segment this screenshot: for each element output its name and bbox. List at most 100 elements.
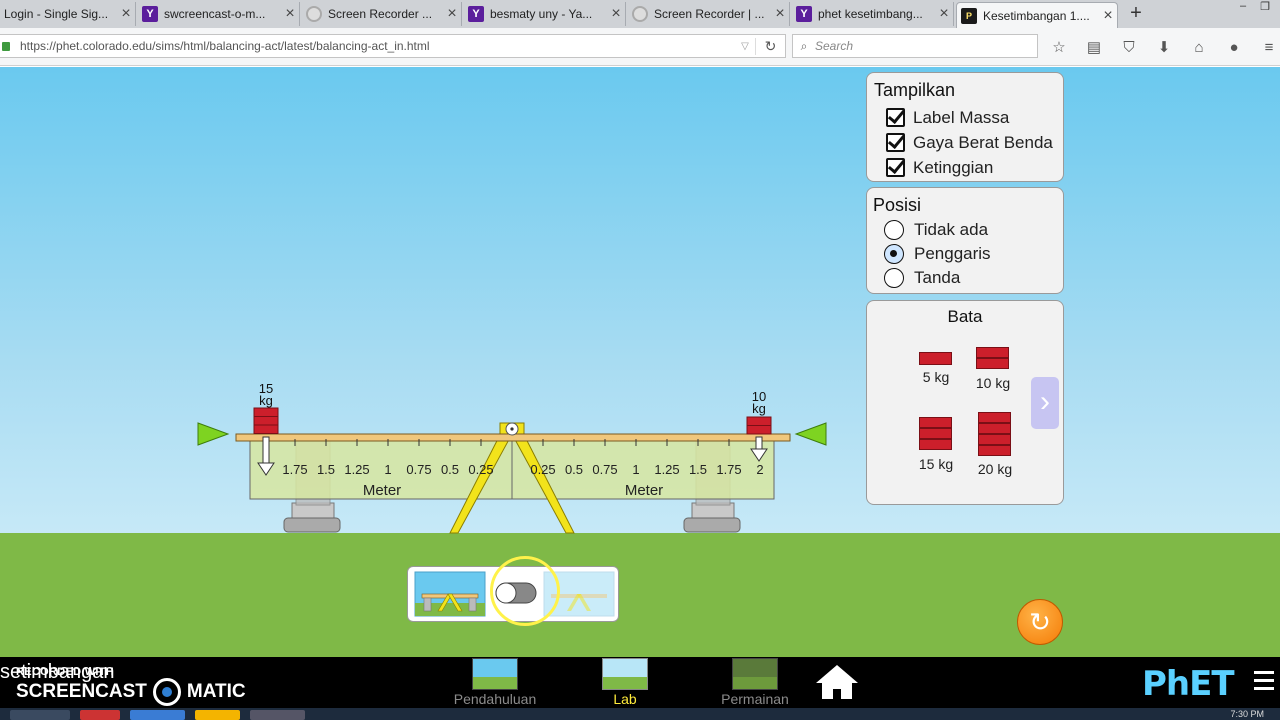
phet-icon: P <box>961 7 977 24</box>
checkbox-ketinggian[interactable]: Ketinggian <box>886 155 1053 180</box>
brick-icon[interactable] <box>919 417 952 428</box>
ruler-unit-right: Meter <box>625 482 663 499</box>
right-mass-unit: kg <box>752 401 766 416</box>
search-input[interactable]: ⌕ Search <box>792 34 1038 58</box>
browser-nav-bar: https://phet.colorado.edu/sims/html/bala… <box>0 28 1280 66</box>
browser-tab[interactable]: Y swcreencast-o-m... × <box>138 2 300 26</box>
dropdown-icon[interactable]: ▽ <box>735 41 755 52</box>
browser-tab[interactable]: Y phet kesetimbang... × <box>792 2 954 26</box>
download-icon[interactable]: ⬇ <box>1153 36 1175 58</box>
reading-list-icon[interactable]: ▤ <box>1083 36 1105 58</box>
browser-tab-active[interactable]: P Kesetimbangan 1.... × <box>956 2 1118 28</box>
checkbox-icon[interactable] <box>886 108 905 127</box>
tab-title: swcreencast-o-m... <box>164 7 266 21</box>
ruler-tick-label: 0.5 <box>441 462 459 477</box>
bookmark-star-icon[interactable]: ☆ <box>1048 36 1070 58</box>
close-icon[interactable]: × <box>443 5 461 23</box>
taskbar-item[interactable] <box>250 710 305 720</box>
brick-icon[interactable] <box>919 439 952 450</box>
brick-icon[interactable] <box>978 423 1011 434</box>
next-bricks-arrow[interactable]: › <box>1031 377 1059 429</box>
chat-icon[interactable]: ● <box>1223 36 1245 58</box>
browser-tab[interactable]: Y besmaty uny - Ya... × <box>464 2 626 26</box>
nav-screen-permainan[interactable]: Permainan <box>700 657 810 708</box>
radio-tidak-ada[interactable]: Tidak ada <box>884 218 991 242</box>
brick-icon[interactable] <box>978 412 1011 423</box>
ruler-tick-label: 1 <box>632 462 639 477</box>
close-icon[interactable]: × <box>607 5 625 23</box>
screen-thumbnail <box>472 658 518 690</box>
position-panel-title: Posisi <box>873 195 922 215</box>
close-icon[interactable]: × <box>935 5 953 23</box>
brick-icon[interactable] <box>978 445 1011 456</box>
browser-tab[interactable]: Login - Single Sig... × <box>0 2 136 26</box>
right-brick-stack[interactable] <box>746 416 772 435</box>
close-icon[interactable]: × <box>771 5 789 23</box>
phet-logo[interactable]: PhET <box>1142 664 1235 704</box>
checkbox-label: Label Massa <box>913 107 1010 127</box>
window-controls: – ❐ <box>1240 0 1280 13</box>
checkbox-icon[interactable] <box>886 133 905 152</box>
maximize-icon[interactable]: ❐ <box>1260 0 1270 13</box>
taskbar-item[interactable] <box>195 710 240 720</box>
pocket-icon[interactable]: ⛉ <box>1118 36 1140 58</box>
browser-tab[interactable]: Screen Recorder | ... × <box>628 2 790 26</box>
lock-icon <box>2 41 10 51</box>
radio-label: Penggaris <box>914 244 991 263</box>
checkbox-label-massa[interactable]: Label Massa <box>886 105 1053 130</box>
radio-penggaris[interactable]: Penggaris <box>884 242 991 266</box>
left-brick-stack[interactable] <box>253 407 279 434</box>
radio-icon[interactable] <box>884 268 904 288</box>
ruler-tick-label: 1 <box>384 462 391 477</box>
yahoo-icon: Y <box>142 6 158 22</box>
brick-icon[interactable] <box>976 347 1009 358</box>
ruler-tick-label: 0.75 <box>406 462 431 477</box>
home-icon[interactable]: ⌂ <box>1188 36 1210 58</box>
right-level-indicator <box>794 422 827 446</box>
new-tab-button[interactable]: + <box>1124 2 1148 26</box>
close-icon[interactable]: × <box>117 5 135 23</box>
recorder-icon <box>306 6 322 22</box>
bricks-panel-title: Bata <box>947 307 983 326</box>
os-taskbar: 7:30 PM <box>0 708 1280 720</box>
reset-all-button[interactable]: ↻ <box>1017 599 1063 645</box>
url-bar[interactable]: https://phet.colorado.edu/sims/html/bala… <box>0 34 786 58</box>
nav-screen-label: Pendahuluan <box>453 691 537 707</box>
minimize-icon[interactable]: – <box>1240 0 1246 12</box>
ruler-tick-label: 1.75 <box>282 462 307 477</box>
checkbox-label: Gaya Berat Benda <box>913 132 1053 152</box>
display-panel-title: Tampilkan <box>874 80 956 100</box>
nav-screen-pendahuluan[interactable]: Pendahuluan <box>440 657 550 708</box>
brick-icon[interactable] <box>976 358 1009 369</box>
taskbar-item[interactable] <box>10 710 70 720</box>
checkbox-gaya-berat[interactable]: Gaya Berat Benda <box>886 130 1053 155</box>
taskbar-item[interactable] <box>130 710 185 720</box>
browser-tab-bar: Login - Single Sig... × Y swcreencast-o-… <box>0 0 1280 28</box>
brick-icon[interactable] <box>978 434 1011 445</box>
position-panel: Posisi Tidak ada Penggaris Tanda <box>866 187 1064 294</box>
menu-icon[interactable]: ≡ <box>1258 36 1280 58</box>
brick-icon[interactable] <box>919 352 952 365</box>
phet-menu-icon[interactable] <box>1254 671 1274 695</box>
brick-icon[interactable] <box>919 428 952 439</box>
taskbar-item[interactable] <box>80 710 120 720</box>
nav-screen-lab[interactable]: Lab Keselmbangan <box>570 657 680 720</box>
screencast-watermark: RECORDED WITH SCREENCAST MATIC <box>16 666 246 706</box>
browser-tab[interactable]: Screen Recorder ... × <box>302 2 462 26</box>
phet-navigation-bar: setimbangan RECORDED WITH SCREENCAST MAT… <box>0 657 1280 720</box>
close-icon[interactable]: × <box>281 5 299 23</box>
tab-title: Screen Recorder | ... <box>654 7 765 21</box>
ruler-tick-label: 1.25 <box>654 462 679 477</box>
ruler-tick-label: 0.5 <box>565 462 583 477</box>
checkbox-icon[interactable] <box>886 158 905 177</box>
radio-tanda[interactable]: Tanda <box>884 266 991 290</box>
url-text: https://phet.colorado.edu/sims/html/bala… <box>20 39 430 53</box>
tab-title: Login - Single Sig... <box>4 7 109 21</box>
left-mass-unit: kg <box>259 393 273 408</box>
radio-selected-icon[interactable] <box>884 244 904 264</box>
close-icon[interactable]: × <box>1099 7 1117 25</box>
reload-icon[interactable]: ↻ <box>755 37 785 55</box>
home-icon[interactable] <box>814 663 860 701</box>
ruler-tick-label: 1.5 <box>317 462 335 477</box>
radio-icon[interactable] <box>884 220 904 240</box>
